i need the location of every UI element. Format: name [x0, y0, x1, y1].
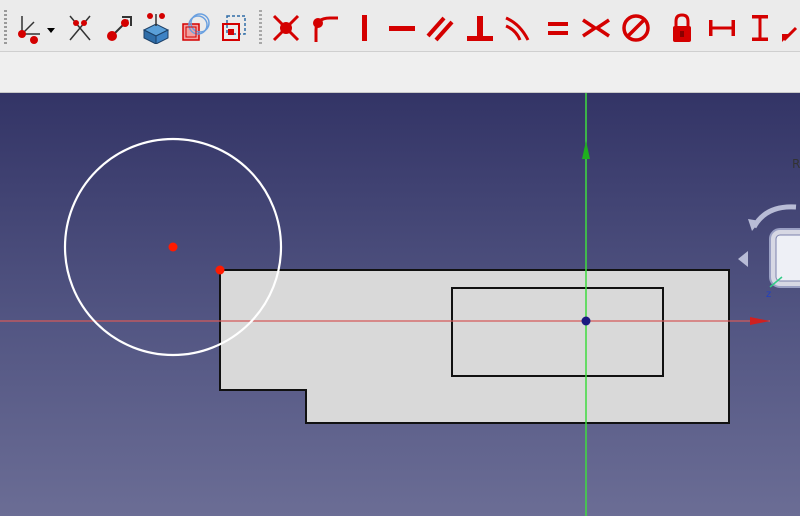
vertical-distance-icon: [752, 15, 768, 41]
parallel-icon: [426, 16, 454, 42]
constrain-equal-button[interactable]: [542, 12, 574, 44]
constrain-point-on-point-button[interactable]: [102, 12, 134, 44]
sketcher-constraints-toolbar: [0, 0, 800, 52]
navcube-face-label: R: [792, 157, 800, 171]
coincident-icon: [272, 14, 300, 42]
carbon-copy-button[interactable]: [180, 12, 212, 44]
constrain-block-button[interactable]: [620, 12, 652, 44]
external-geometry-button[interactable]: [140, 12, 172, 44]
constrain-lock-button[interactable]: [666, 12, 698, 44]
tangent-icon: [313, 16, 338, 42]
constrain-coincident-unified-button[interactable]: [12, 12, 44, 44]
point-on-object-icon: [69, 15, 91, 41]
toggle-construction-button[interactable]: [218, 12, 250, 44]
constrain-tangent-curve-button[interactable]: [502, 12, 534, 44]
y-axis-arrow: [582, 141, 590, 159]
sketch-profile[interactable]: [219, 269, 730, 424]
navcube-left-arrow-icon[interactable]: [738, 251, 748, 267]
horizontal-icon: [389, 26, 415, 31]
constrain-coincident-button[interactable]: [270, 12, 302, 44]
sketch-scene: [0, 93, 770, 516]
block-icon: [622, 14, 650, 42]
external-geometry-icon: [142, 13, 170, 44]
equal-icon: [548, 22, 568, 35]
toolbar-separator: [259, 10, 262, 44]
origin-point[interactable]: [581, 316, 591, 326]
profile-corner-point[interactable]: [215, 265, 225, 275]
horizontal-distance-icon: [709, 20, 735, 36]
symmetric-icon: [582, 18, 610, 38]
toolbar-grip[interactable]: [4, 10, 7, 44]
lock-icon: [673, 13, 691, 42]
constrain-vertical-distance-button[interactable]: [744, 12, 776, 44]
vertical-icon: [362, 15, 367, 41]
x-axis-arrow: [750, 317, 770, 325]
constrain-horizontal-button[interactable]: [386, 12, 418, 44]
constrain-horizontal-distance-button[interactable]: [706, 12, 738, 44]
constrain-tangent-button[interactable]: [308, 12, 340, 44]
carbon-copy-icon: [182, 13, 210, 41]
point-on-point-icon: [107, 16, 132, 41]
constrain-distance-button[interactable]: [780, 12, 800, 44]
constrain-point-on-object-button[interactable]: [64, 12, 96, 44]
constrain-symmetric-button[interactable]: [580, 12, 612, 44]
dropdown-arrow-icon[interactable]: [44, 12, 58, 44]
construction-toggle-icon: [222, 15, 246, 41]
constrain-perpendicular-button[interactable]: [464, 12, 496, 44]
navcube-rotate-arrow[interactable]: [751, 204, 797, 229]
sketch-3d-viewport[interactable]: z R: [0, 93, 800, 516]
circle-center-point[interactable]: [168, 242, 178, 252]
coincident-unified-icon: [18, 16, 40, 44]
tangent-curve-icon: [505, 16, 530, 41]
constrain-vertical-button[interactable]: [348, 12, 380, 44]
navigation-cube[interactable]: z: [736, 197, 800, 297]
svg-text:z: z: [766, 289, 771, 297]
secondary-toolbar-area: [0, 52, 800, 93]
perpendicular-icon: [467, 16, 493, 41]
distance-icon: [782, 26, 798, 42]
constrain-parallel-button[interactable]: [424, 12, 456, 44]
